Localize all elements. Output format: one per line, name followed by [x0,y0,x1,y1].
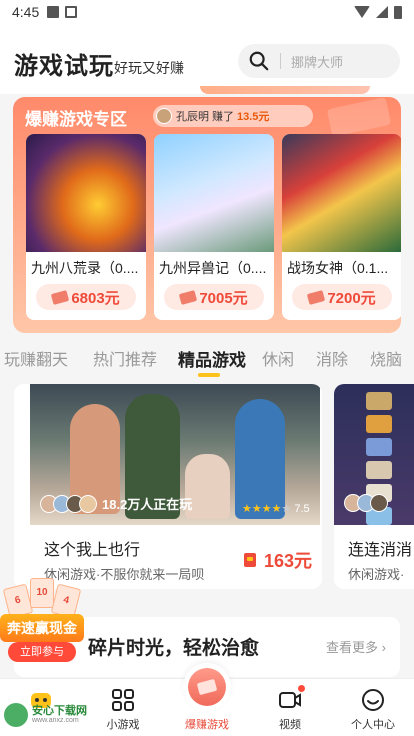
featured-game-card[interactable]: 连连消消 休闲游戏· [334,384,414,589]
players-count: 18.2万人正在玩 [102,497,193,512]
game-card[interactable]: 九州异兽记（0.... 7005元 [154,134,274,320]
featured-reward-amount: 163元 [264,551,313,571]
status-bar: 4:45 [0,0,414,24]
player-avatar [370,494,388,512]
zone-title: 爆赚游戏专区 [25,110,127,129]
video-icon [277,685,305,713]
featured-reward: 163元 [244,547,312,573]
nav-hot-games[interactable]: 爆赚游戏 [172,663,242,732]
nav-label: 个人中心 [351,719,395,731]
promo-title: 奔速赢现金 [0,614,84,642]
rating-stars: ★★★★★ 7.5 [242,503,310,515]
nav-label: 视频 [279,719,301,731]
featured-game-desc: 休闲游戏· [348,567,405,582]
smile-icon [360,687,386,713]
winner-text: 赚了 [212,111,234,123]
reward-amount: 6803元 [71,289,120,307]
watermark-text: 安心下载网 www.anxz.com [32,705,87,725]
nav-video[interactable]: 视频 [255,685,325,732]
see-more-link[interactable]: 查看更多 › [326,637,386,656]
tab-puzzle[interactable]: 烧脑 [370,346,402,370]
join-button[interactable]: 立即参与 [8,642,76,662]
section-title: 碎片时光，轻松治愈 [88,638,260,659]
search-placeholder[interactable]: 挪牌大师 [291,52,343,71]
watermark-logo [4,703,28,727]
coupon-decoration [326,97,392,137]
winner-ticker: 孔辰明 赚了 13.5元 [153,105,313,127]
game-card[interactable]: 战场女神（0.1... 7200元 [282,134,401,320]
tab-earn[interactable]: 玩赚翻天 [4,346,68,370]
player-avatar [79,494,97,513]
promo-cards: 6 10 4 [2,578,82,619]
nav-label: 爆赚游戏 [185,719,229,731]
game-card[interactable]: 九州八荒录（0.... 6803元 [26,134,146,320]
message-icon [65,6,78,18]
reward-amount: 7005元 [199,289,248,307]
reward-badge: 7200元 [292,284,392,310]
nav-profile[interactable]: 个人中心 [338,687,408,732]
character-figure [235,399,285,519]
nav-label: 小游戏 [106,719,140,731]
cash-promo-widget[interactable]: 6 10 4 奔速赢现金 立即参与 [0,578,86,664]
featured-game-card[interactable]: 18.2万人正在玩 ★★★★★ 7.5 这个我上也行 休闲游戏·不服你就来一局呗 … [14,384,322,589]
tab-match[interactable]: 消除 [316,346,348,370]
hot-games-zone: 爆赚游戏专区 孔辰明 赚了 13.5元 九州八荒录（0.... 6803元 九州… [13,97,401,333]
game-cover-image [26,134,146,252]
reward-badge: 7005元 [164,284,264,310]
tab-premium[interactable]: 精品游戏 [178,346,246,371]
game-name: 九州八荒录（0.... [31,260,139,276]
active-tab-indicator [198,373,220,377]
signal-icon [376,6,388,18]
players-online: 18.2万人正在玩 [40,494,192,513]
players-online [344,494,388,512]
battery-icon [394,5,402,19]
search-divider [280,53,281,69]
promo-card: 10 [30,578,54,608]
winner-name: 孔辰明 [176,111,209,123]
search-bar[interactable]: 挪牌大师 [238,44,400,78]
ticket-icon [179,289,198,305]
wifi-icon [354,6,370,18]
red-packet-icon [244,553,256,567]
category-tabs: 玩赚翻天 热门推荐 精品游戏 休闲 消除 烧脑 [0,340,414,374]
winner-amount: 13.5元 [237,111,270,123]
game-cover-image [154,134,274,252]
winner-avatar [156,108,172,124]
watermark: 安心下载网 www.anxz.com [0,700,100,730]
game-name: 九州异兽记（0.... [159,260,267,276]
status-time: 4:45 [12,4,40,20]
page-subtitle: 好玩又好赚 [114,60,184,76]
featured-game-name: 这个我上也行 [44,542,141,559]
featured-game-name: 连连消消 [348,542,413,559]
ticket-icon [307,289,326,305]
notification-dot [298,685,305,692]
game-name: 战场女神（0.1... [287,260,389,276]
search-icon [249,51,269,71]
header: 游戏试玩 好玩又好赚 挪牌大师 [0,24,414,94]
watermark-name: 安心下载网 [32,705,87,718]
page-title: 游戏试玩 [14,53,114,80]
tab-hot[interactable]: 热门推荐 [93,346,157,370]
grid-icon [110,687,136,713]
reward-badge: 6803元 [36,284,136,310]
notification-icon [47,6,60,18]
reward-amount: 7200元 [327,289,376,307]
tab-casual[interactable]: 休闲 [262,346,294,370]
game-cover-image [282,134,401,252]
watermark-url: www.anxz.com [32,717,79,725]
ticket-icon [51,289,70,305]
rating-value: 7.5 [294,503,310,515]
header-accent [200,86,370,94]
